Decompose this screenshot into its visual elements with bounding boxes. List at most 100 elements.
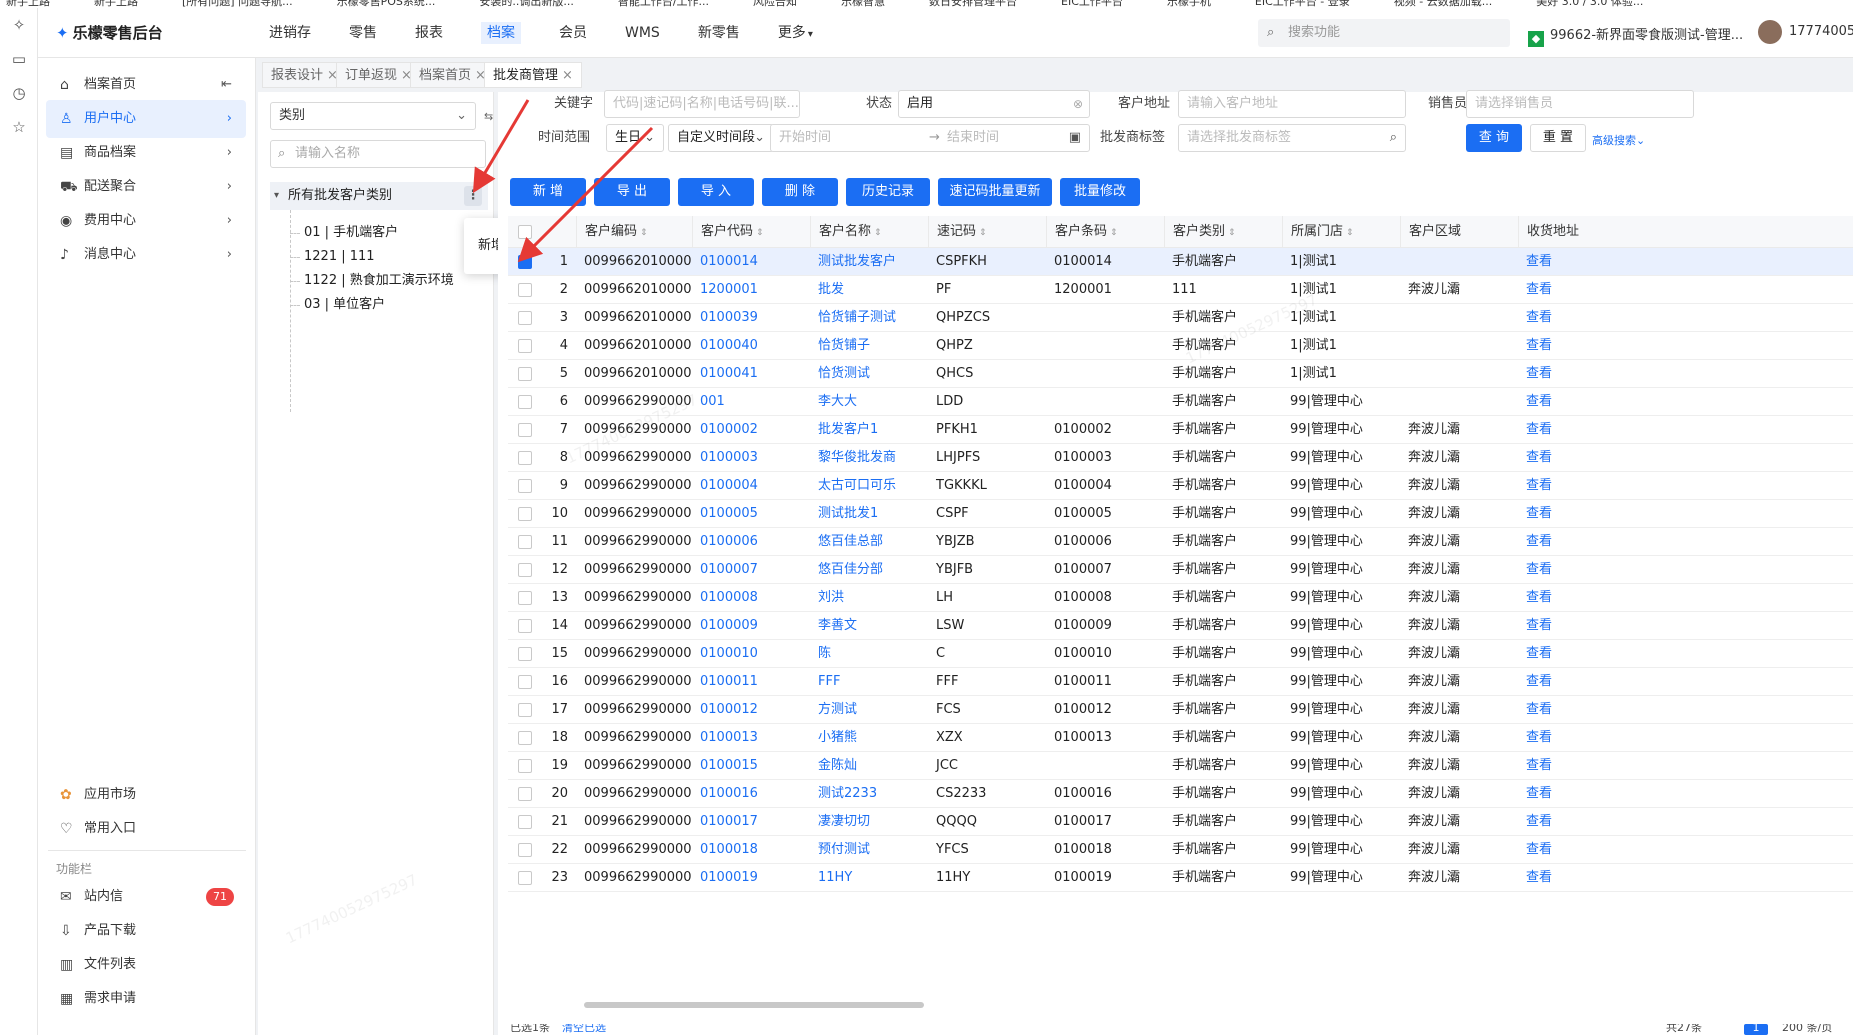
menu-item[interactable]: ♡ 常用入口 — [46, 810, 246, 848]
cell-name[interactable]: 方测试 — [810, 696, 928, 724]
column-header[interactable]: 客户条码 ⇕ — [1046, 216, 1164, 248]
top-nav-item[interactable]: 新零售 — [679, 8, 759, 58]
salesman-select[interactable]: 请选择销售员 — [1466, 90, 1694, 118]
table-row[interactable]: 900996629900000...0100004太古可口可乐TGKKKL010… — [508, 472, 1853, 500]
cell-name[interactable]: 黎华俊批发商 — [810, 444, 928, 472]
close-icon[interactable]: × — [562, 68, 573, 83]
bookmark-item[interactable]: 安装的..调出新版... — [473, 0, 573, 7]
tree-node[interactable]: 01 | 手机端客户 — [304, 220, 398, 246]
cell-cust-code[interactable]: 0100017 — [692, 808, 810, 836]
view-address-link[interactable]: 查看 — [1518, 584, 1648, 612]
menu-item[interactable]: ◉ 费用中心 › — [46, 202, 246, 240]
table-row[interactable]: 1700996629900000...0100012方测试FCS0100012手… — [508, 696, 1853, 724]
cell-name[interactable]: 恰货测试 — [810, 360, 928, 388]
add-button[interactable]: 新 增 — [510, 178, 586, 206]
cell-cust-code[interactable]: 0100018 — [692, 836, 810, 864]
cell-name[interactable]: 李大大 — [810, 388, 928, 416]
table-row[interactable]: 1000996629900000...0100005测试批发1CSPF01000… — [508, 500, 1853, 528]
row-checkbox[interactable] — [518, 283, 532, 297]
row-checkbox[interactable] — [518, 423, 532, 437]
row-checkbox[interactable] — [518, 507, 532, 521]
bookmark-item[interactable]: 智能工作台/工作... — [612, 0, 709, 7]
view-address-link[interactable]: 查看 — [1518, 808, 1648, 836]
more-options-icon[interactable]: ⋮ — [464, 186, 482, 206]
table-row[interactable]: 19 00996629900000...0100015金陈灿 JCC 手机端客户 99|… — [508, 752, 1853, 780]
table-row[interactable]: 800996629900000...0100003黎华俊批发商LHJPFS010… — [508, 444, 1853, 472]
tree-root-node[interactable]: ▾ 所有批发客户类别 ⋮ — [270, 182, 488, 210]
menu-item[interactable]: ⌂ 档案首页 ⇤ — [46, 66, 246, 104]
sort-icon[interactable]: ⇕ — [979, 228, 987, 238]
table-row[interactable]: 1600996629900000...0100011FFFFFF0100011手… — [508, 668, 1853, 696]
tag-select[interactable]: 请选择批发商标签 ⌕ — [1178, 124, 1406, 152]
cell-name[interactable]: 悠百佳总部 — [810, 528, 928, 556]
view-address-link[interactable]: 查看 — [1518, 780, 1648, 808]
top-nav-item[interactable]: WMS — [606, 8, 679, 58]
shortcut-batch-update-button[interactable]: 速记码批量更新 — [938, 178, 1052, 206]
sort-icon[interactable]: ⇕ — [1346, 228, 1354, 238]
cell-cust-code[interactable]: 0100002 — [692, 416, 810, 444]
table-row[interactable]: 1800996629900000...0100013小猪熊XZX0100013手… — [508, 724, 1853, 752]
cell-cust-code[interactable]: 0100005 — [692, 500, 810, 528]
column-header[interactable]: 客户名称 ⇕ — [810, 216, 928, 248]
time-type-select[interactable]: 生日 ⌄ — [606, 124, 664, 152]
view-address-link[interactable]: 查看 — [1518, 304, 1648, 332]
row-checkbox[interactable] — [518, 787, 532, 801]
import-button[interactable]: 导 入 — [678, 178, 754, 206]
collapse-menu-icon[interactable]: ⇤ — [221, 66, 232, 104]
tab-3[interactable]: 档案首页 × — [410, 62, 495, 88]
address-input[interactable]: 请输入客户地址 — [1178, 90, 1406, 118]
cell-cust-code[interactable]: 0100015 — [692, 752, 810, 780]
func-item[interactable]: ⇩ 产品下载 — [46, 912, 246, 950]
view-address-link[interactable]: 查看 — [1518, 556, 1648, 584]
row-checkbox[interactable] — [518, 759, 532, 773]
app-logo[interactable]: ✦ 乐檬零售后台 — [56, 22, 163, 43]
table-row[interactable]: 700996629900000...0100002批发客户1PFKH101000… — [508, 416, 1853, 444]
cell-cust-code[interactable]: 0100008 — [692, 584, 810, 612]
column-header[interactable]: 速记码 ⇕ — [928, 216, 1046, 248]
table-row[interactable]: 2300996629900000...010001911HY11HY010001… — [508, 864, 1853, 892]
row-checkbox[interactable] — [518, 255, 532, 269]
function-search-input[interactable]: ⌕ 搜索功能 — [1258, 19, 1510, 47]
page-size-select[interactable]: 200 条/页 — [1782, 1024, 1832, 1033]
view-address-link[interactable]: 查看 — [1518, 360, 1648, 388]
delete-button[interactable]: 删 除 — [762, 178, 838, 206]
store-selector[interactable]: ◆ 99662-新界面零食版测试-管理... — [1528, 24, 1743, 47]
cell-name[interactable]: 测试2233 — [810, 780, 928, 808]
caret-down-icon[interactable]: ▾ — [274, 182, 279, 210]
horizontal-scrollbar[interactable] — [584, 1002, 924, 1008]
cell-cust-code[interactable]: 0100004 — [692, 472, 810, 500]
row-checkbox[interactable] — [518, 339, 532, 353]
cell-cust-code[interactable]: 0100009 — [692, 612, 810, 640]
keyword-input[interactable]: 代码|速记码|名称|电话号码|联... — [604, 90, 800, 118]
func-item[interactable]: ✉ 站内信 71 — [46, 878, 246, 916]
menu-item[interactable]: ♪ 消息中心 › — [46, 236, 246, 274]
view-address-link[interactable]: 查看 — [1518, 444, 1648, 472]
tab-2[interactable]: 订单返现 × — [336, 62, 421, 88]
cell-name[interactable]: 凄凄切切 — [810, 808, 928, 836]
top-nav-item[interactable]: 更多 ▾ — [759, 8, 832, 58]
bookmark-item[interactable]: 新手上路 — [88, 0, 138, 7]
cell-cust-code[interactable]: 0100040 — [692, 332, 810, 360]
user-phone[interactable]: 177740052 — [1789, 24, 1853, 39]
view-address-link[interactable]: 查看 — [1518, 724, 1648, 752]
row-checkbox[interactable] — [518, 843, 532, 857]
sort-icon[interactable]: ⇕ — [1110, 228, 1118, 238]
func-item[interactable]: ▥ 文件列表 — [46, 946, 246, 984]
sparkle-icon[interactable]: ✧ — [0, 8, 38, 42]
row-checkbox[interactable] — [518, 871, 532, 885]
bookmark-item[interactable]: EIC工作平台 - 登录 — [1249, 0, 1350, 7]
view-address-link[interactable]: 查看 — [1518, 528, 1648, 556]
cell-name[interactable]: 悠百佳分部 — [810, 556, 928, 584]
table-row[interactable]: 4 00996620100000...0100040恰货铺子 QHPZ 手机端客户 1|… — [508, 332, 1853, 360]
query-button[interactable]: 查 询 — [1466, 124, 1522, 152]
collapse-toggle-icon[interactable]: ⇆ — [484, 110, 493, 123]
cell-cust-code[interactable]: 0100011 — [692, 668, 810, 696]
row-checkbox[interactable] — [518, 591, 532, 605]
func-item[interactable]: ▦ 需求申请 — [46, 980, 246, 1018]
top-nav-item[interactable]: 报表 — [396, 8, 462, 58]
view-address-link[interactable]: 查看 — [1518, 500, 1648, 528]
row-checkbox[interactable] — [518, 451, 532, 465]
table-row[interactable]: 1100996629900000...0100006悠百佳总部YBJZB0100… — [508, 528, 1853, 556]
select-all-checkbox[interactable] — [518, 225, 532, 239]
cell-name[interactable]: 11HY — [810, 864, 928, 892]
